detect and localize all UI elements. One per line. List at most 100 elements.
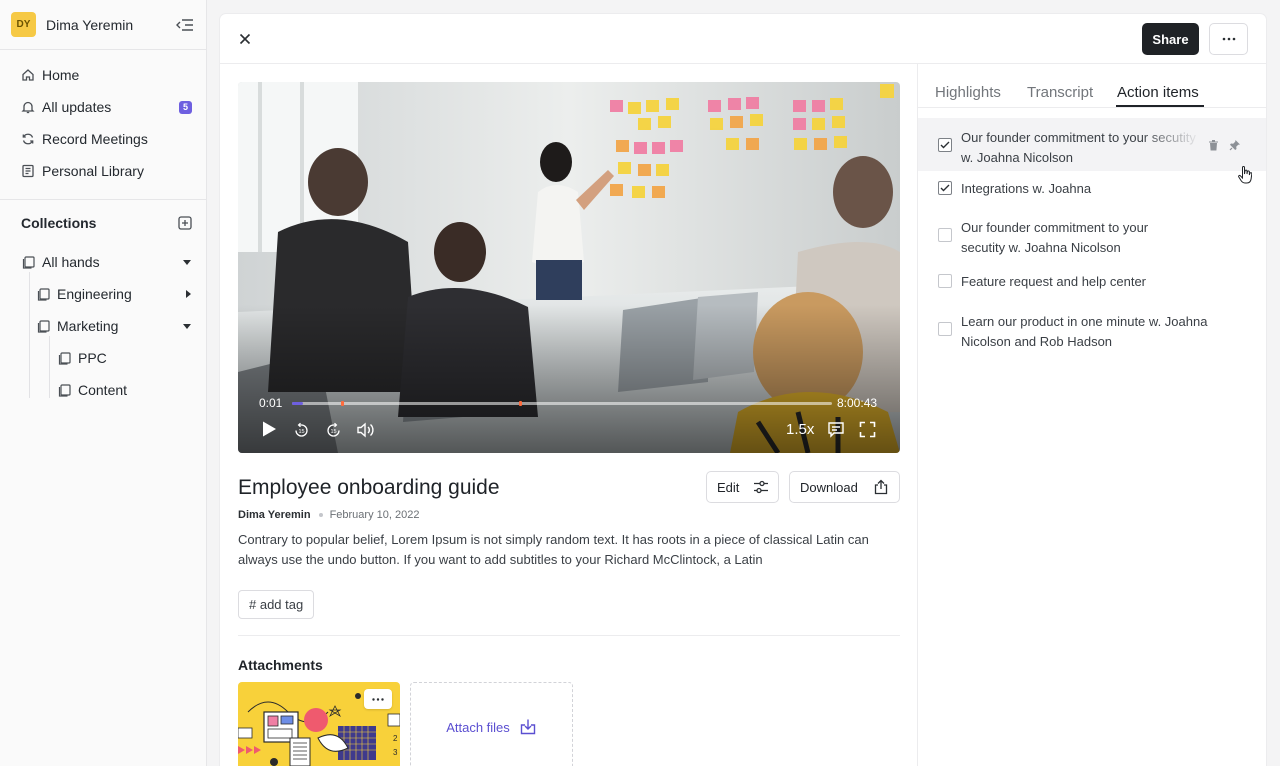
recording-panel: Share 0:01 8:00:43 15 15 1.5x Employee o…	[220, 14, 1266, 766]
volume-icon[interactable]	[356, 421, 376, 439]
collections-header: Collections	[0, 200, 206, 246]
action-item-checkbox[interactable]	[938, 274, 952, 288]
trash-icon[interactable]	[1208, 139, 1219, 151]
caret-down-icon[interactable]	[183, 259, 191, 265]
tab-highlights[interactable]: Highlights	[935, 84, 1001, 101]
nav-item-record-meetings[interactable]: Record Meetings	[0, 123, 206, 155]
nav-item-label: Personal Library	[42, 163, 144, 179]
sliders-icon	[753, 480, 769, 494]
video-marker[interactable]	[518, 401, 522, 406]
video-marker[interactable]	[340, 401, 344, 406]
nav-item-label: Record Meetings	[42, 131, 148, 147]
collapse-sidebar-icon[interactable]	[176, 18, 194, 32]
close-icon[interactable]	[237, 31, 253, 47]
share-button[interactable]: Share	[1142, 23, 1199, 55]
forward-15-icon[interactable]: 15	[325, 422, 342, 439]
action-item-text: Our founder commitment to your secutity …	[961, 130, 1196, 165]
home-icon	[21, 68, 35, 82]
recording-author[interactable]: Dima Yeremin	[238, 509, 311, 521]
recording-description: Contrary to popular belief, Lorem Ipsum …	[238, 532, 869, 567]
user-name[interactable]: Dima Yeremin	[46, 17, 133, 33]
svg-text:2: 2	[393, 734, 398, 743]
video-player[interactable]: 0:01 8:00:43 15 15 1.5x	[238, 82, 900, 453]
collection-icon	[37, 319, 50, 333]
add-collection-icon[interactable]	[178, 216, 192, 230]
collection-content[interactable]: Content	[0, 374, 206, 406]
action-items-list: Our founder commitment to your secutity …	[918, 118, 1266, 358]
video-duration: 8:00:43	[837, 396, 878, 410]
action-item-checkbox[interactable]	[938, 228, 952, 242]
video-frame	[238, 82, 900, 453]
svg-text:15: 15	[298, 429, 304, 435]
main-nav: Home All updates 5 Record Meetings Perso…	[0, 50, 206, 200]
caret-right-icon[interactable]	[186, 290, 191, 298]
tab-action-items[interactable]: Action items	[1117, 84, 1199, 101]
collection-icon	[58, 351, 71, 365]
collection-label: Content	[78, 382, 128, 398]
action-item-text: Our founder commitment to your secutity …	[961, 220, 1149, 255]
rewind-15-icon[interactable]: 15	[293, 422, 310, 439]
action-item[interactable]: Our founder commitment to your secutity …	[918, 208, 1266, 264]
tab-bar: Highlights Transcript Action items	[918, 64, 1266, 108]
collection-icon	[37, 287, 50, 301]
tree-guide-line	[49, 336, 50, 398]
collection-label: All hands	[42, 254, 100, 270]
ellipsis-icon	[1222, 37, 1236, 41]
download-button[interactable]: Download	[789, 471, 900, 503]
recording-title: Employee onboarding guide	[238, 476, 500, 499]
edit-button[interactable]: Edit	[706, 471, 779, 503]
action-item[interactable]: Our founder commitment to your secutity …	[918, 118, 1266, 171]
pin-icon[interactable]	[1229, 139, 1241, 151]
video-scrubber[interactable]	[292, 401, 832, 406]
play-icon[interactable]	[260, 419, 278, 439]
collection-label: PPC	[78, 350, 107, 366]
ellipsis-icon	[372, 697, 384, 701]
bell-icon	[21, 100, 35, 114]
separator-dot	[318, 513, 323, 517]
active-tab-indicator	[1116, 105, 1204, 107]
attach-files-button[interactable]: Attach files	[410, 682, 573, 766]
action-item-checkbox[interactable]	[938, 138, 952, 152]
refresh-icon	[21, 132, 35, 146]
collections-title: Collections	[21, 215, 97, 231]
attachment-more-button[interactable]	[364, 689, 392, 709]
tree-guide-line	[29, 272, 30, 398]
collections-tree: All hands Engineering Marketing PPC Cont…	[0, 246, 206, 406]
action-item[interactable]: Feature request and help center	[918, 264, 1266, 302]
avatar[interactable]: DY	[11, 12, 36, 37]
action-item-checkbox[interactable]	[938, 322, 952, 336]
more-options-button[interactable]	[1209, 23, 1248, 55]
playback-speed[interactable]: 1.5x	[786, 421, 814, 438]
action-item-text: Feature request and help center	[961, 274, 1147, 289]
nav-item-home[interactable]: Home	[0, 59, 206, 91]
captions-icon[interactable]	[827, 421, 845, 438]
collection-engineering[interactable]: Engineering	[0, 278, 206, 310]
caret-down-icon[interactable]	[183, 323, 191, 329]
recording-meta: Dima Yeremin February 10, 2022	[238, 509, 419, 521]
nav-item-all-updates[interactable]: All updates 5	[0, 91, 206, 123]
collection-icon	[58, 383, 71, 397]
action-item[interactable]: Integrations w. Joahna	[918, 171, 1266, 208]
collection-ppc[interactable]: PPC	[0, 342, 206, 374]
panel-header: Share	[220, 14, 1266, 64]
collection-marketing[interactable]: Marketing	[0, 310, 206, 342]
share-upload-icon	[873, 479, 889, 495]
collection-all-hands[interactable]: All hands	[0, 246, 206, 278]
updates-count-badge: 5	[179, 100, 192, 114]
user-row[interactable]: DY Dima Yeremin	[0, 0, 206, 50]
tab-transcript[interactable]: Transcript	[1027, 84, 1093, 101]
action-item[interactable]: Learn our product in one minute w. Joahn…	[918, 302, 1266, 358]
add-tag-button[interactable]: # add tag	[238, 590, 315, 619]
nav-item-personal-library[interactable]: Personal Library	[0, 155, 206, 187]
action-item-tools	[1208, 139, 1241, 151]
section-divider	[238, 635, 900, 636]
action-item-checkbox[interactable]	[938, 181, 952, 195]
collection-label: Marketing	[57, 318, 119, 334]
sidebar: DY Dima Yeremin Home All updates 5 Recor…	[0, 0, 207, 766]
checkmark-icon	[940, 141, 950, 149]
nav-item-label: All updates	[42, 99, 112, 115]
svg-text:15: 15	[330, 429, 336, 435]
action-item-text: Learn our product in one minute w. Joahn…	[961, 314, 1208, 349]
fullscreen-icon[interactable]	[859, 421, 876, 438]
video-progress-fill	[292, 402, 303, 405]
